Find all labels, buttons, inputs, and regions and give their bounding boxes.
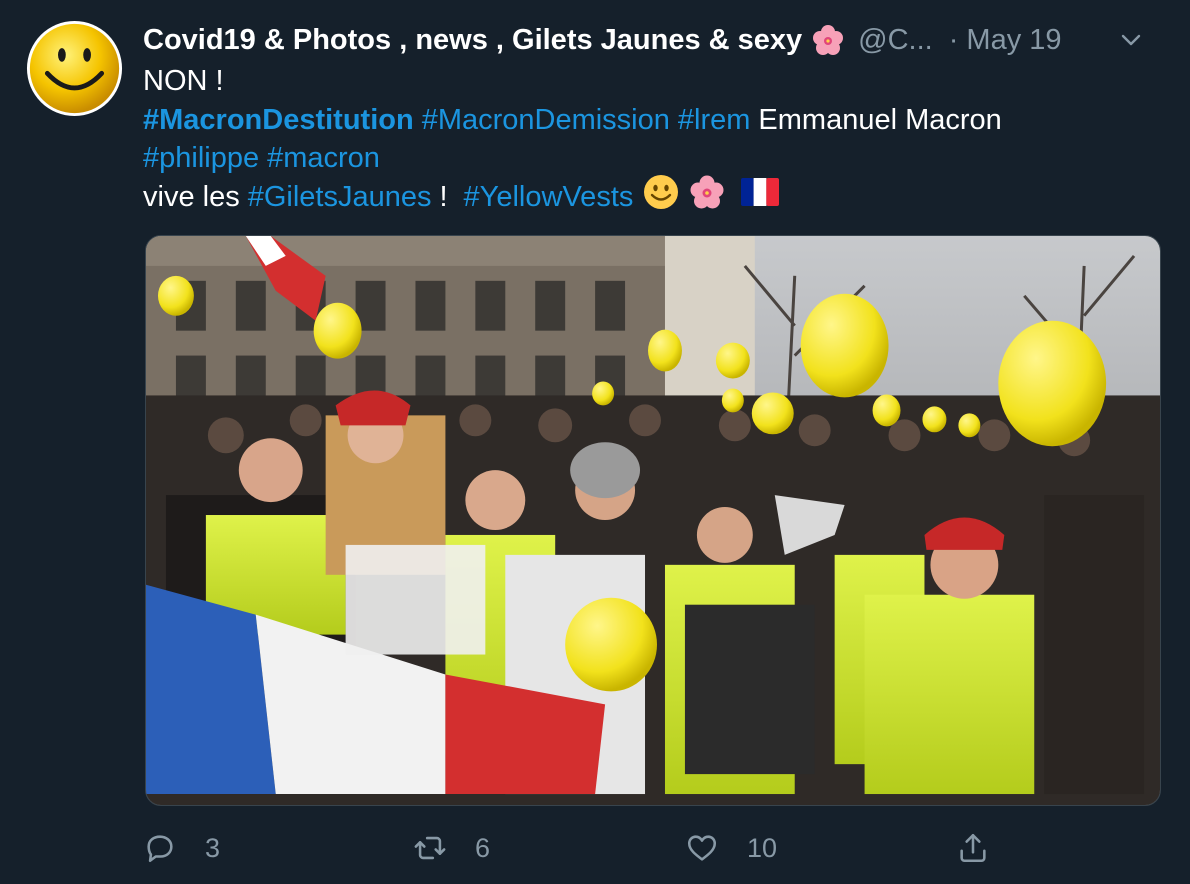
like-button[interactable]: 10 <box>685 824 777 872</box>
tweet-photo[interactable] <box>145 235 1161 806</box>
hashtag-lrem[interactable]: #lrem <box>678 101 751 140</box>
heart-icon <box>687 835 717 861</box>
tweet-line-2: #MacronDestitution #MacronDemission #lre… <box>143 101 1143 140</box>
retweet-count: 6 <box>475 832 491 863</box>
tweet[interactable]: Covid19 & Photos , news , Gilets Jaunes … <box>0 0 1190 884</box>
share-button[interactable] <box>956 824 1018 872</box>
hashtag-philippe[interactable]: #philippe <box>143 139 259 178</box>
france-flag-icon <box>741 177 780 217</box>
share-icon <box>960 833 986 863</box>
text-emmanuel-macron: Emmanuel Macron <box>758 103 1002 136</box>
chevron-down-icon[interactable] <box>1117 26 1145 54</box>
reply-icon <box>147 835 173 863</box>
tweet-text: NON ! #MacronDestitution #MacronDemissio… <box>143 62 1143 216</box>
avatar[interactable] <box>26 20 123 117</box>
hashtag-giletsjaunes[interactable]: #GiletsJaunes <box>248 178 432 217</box>
text-vive-les: vive les <box>143 180 240 213</box>
hibiscus-flower-icon <box>812 24 844 56</box>
reply-button[interactable]: 3 <box>143 824 220 872</box>
hibiscus-flower-icon <box>689 174 725 221</box>
protest-photo-image <box>146 236 1160 805</box>
hashtag-macrondemission[interactable]: #MacronDemission <box>422 101 670 140</box>
author-handle[interactable]: @C... <box>858 24 933 57</box>
retweet-button[interactable]: 6 <box>413 824 490 872</box>
tweet-actions: 3 6 10 <box>143 824 1143 872</box>
tweet-header: Covid19 & Photos , news , Gilets Jaunes … <box>143 18 1163 62</box>
tweet-text-non: NON ! <box>143 65 224 97</box>
reply-count: 3 <box>205 832 221 863</box>
tweet-line-3: #philippe #macron <box>143 139 1143 178</box>
header-separator: · <box>948 23 959 56</box>
smiling-face-icon <box>643 174 679 221</box>
like-count: 10 <box>747 832 778 863</box>
tweet-line-1: NON ! <box>143 62 1143 101</box>
retweet-icon <box>414 836 446 860</box>
smiley-avatar-icon <box>26 20 123 117</box>
text-bang: ! <box>439 180 448 213</box>
tweet-date[interactable]: May 19 <box>966 24 1061 57</box>
tweet-line-4: vive les #GiletsJaunes ! #YellowVests <box>143 174 1143 217</box>
hashtag-macrondestitution[interactable]: #MacronDestitution <box>143 101 414 140</box>
author-display-name[interactable]: Covid19 & Photos , news , Gilets Jaunes … <box>143 24 802 57</box>
hashtag-macron[interactable]: #macron <box>267 139 380 178</box>
hashtag-yellowvests[interactable]: #YellowVests <box>464 178 634 217</box>
